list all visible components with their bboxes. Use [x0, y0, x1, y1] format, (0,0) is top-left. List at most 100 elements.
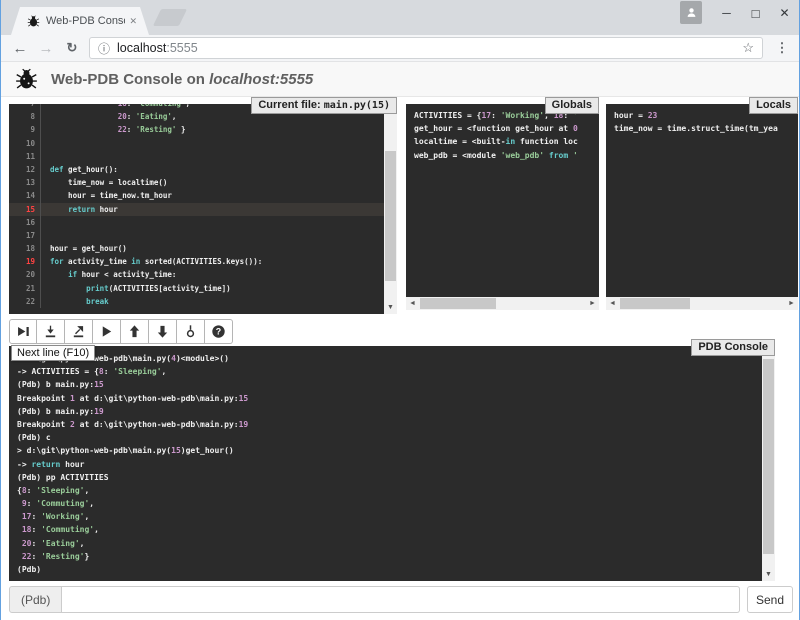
code-line: 11 [9, 150, 384, 163]
command-input[interactable] [62, 586, 740, 613]
address-bar[interactable]: ⓘ localhost:5555 ☆ [89, 37, 763, 59]
down-stack-button[interactable] [149, 319, 177, 344]
globals-label: Globals [545, 97, 599, 114]
code-panel: Current file: main.py(15) 7 18: 'Commuti… [9, 104, 397, 314]
info-icon[interactable]: ⓘ [98, 40, 110, 57]
line-number[interactable]: 11 [9, 150, 41, 163]
profile-button[interactable] [680, 1, 702, 24]
pdb-console-label: PDB Console [691, 339, 775, 356]
globals-line: localtime = <built-in function loc [414, 135, 599, 148]
browser-toolbar: ← → ↻ ⓘ localhost:5555 ☆ ⋮ [1, 35, 799, 62]
code-line: 16 [9, 216, 384, 229]
url-text: localhost:5555 [117, 41, 198, 55]
console-line: 22: 'Resting'} [17, 550, 762, 563]
main-content: Current file: main.py(15) 7 18: 'Commuti… [1, 97, 799, 620]
next-line-button[interactable] [9, 319, 37, 344]
forward-icon[interactable]: → [33, 40, 59, 57]
close-button[interactable]: ✕ [770, 0, 799, 26]
console-line: 9: 'Commuting', [17, 497, 762, 510]
step-out-icon [71, 324, 86, 339]
line-number[interactable]: 16 [9, 216, 41, 229]
step-into-button[interactable] [37, 319, 65, 344]
locals-horizontal-scrollbar[interactable]: ◄ ► [606, 297, 798, 310]
scrollbar-thumb[interactable] [385, 151, 396, 281]
console-line: > d:\git\python-web-pdb\main.py(15)get_h… [17, 444, 762, 457]
command-input-bar: (Pdb) Send [9, 586, 793, 613]
tab-title: Web-PDB Console on loc [46, 15, 125, 27]
pdb-console-panel: PDB Console > d:\git\python-web-pdb\main… [9, 346, 775, 581]
console-vertical-scrollbar[interactable]: ▲ ▼ [762, 346, 775, 581]
up-arrow-icon [127, 324, 142, 339]
console-line: Breakpoint 2 at d:\git\python-web-pdb\ma… [17, 418, 762, 431]
browser-tab-bar: Web-PDB Console on loc ✕ ─ □ ✕ [1, 0, 799, 35]
bookmark-star-icon[interactable]: ☆ [742, 40, 754, 56]
code-line: 17 [9, 229, 384, 242]
scroll-left-arrow-icon[interactable]: ◄ [606, 297, 619, 310]
console-line: -> ACTIVITIES = {8: 'Sleeping', [17, 365, 762, 378]
globals-line: get_hour = <function get_hour at 0 [414, 122, 599, 135]
scroll-right-arrow-icon[interactable]: ► [785, 297, 798, 310]
maximize-button[interactable]: □ [741, 0, 770, 26]
line-number[interactable]: 13 [9, 176, 41, 189]
minimize-button[interactable]: ─ [712, 0, 741, 26]
line-number[interactable]: 8 [9, 110, 41, 123]
new-tab-button[interactable] [153, 9, 187, 26]
scroll-down-arrow-icon[interactable]: ▼ [762, 568, 775, 581]
line-number[interactable]: 17 [9, 229, 41, 242]
console-line: > d:\git\python-web-pdb\main.py(4)<modul… [17, 352, 762, 365]
person-icon [685, 6, 698, 19]
page-title: Web-PDB Console on localhost:5555 [51, 71, 313, 88]
browser-tab[interactable]: Web-PDB Console on loc ✕ [11, 7, 149, 35]
where-button[interactable] [177, 319, 205, 344]
page-header: Web-PDB Console on localhost:5555 [1, 62, 799, 97]
reload-icon[interactable]: ↻ [59, 40, 85, 56]
line-number[interactable]: 15 [9, 203, 41, 216]
line-number[interactable]: 12 [9, 163, 41, 176]
locals-panel: Locals hour = 23time_now = time.struct_t… [606, 104, 798, 310]
code-line: 15 return hour [9, 203, 384, 216]
back-icon[interactable]: ← [7, 40, 33, 57]
line-number[interactable]: 18 [9, 242, 41, 255]
step-out-button[interactable] [65, 319, 93, 344]
line-number[interactable]: 10 [9, 137, 41, 150]
globals-line: web_pdb = <module 'web_pdb' from ' [414, 149, 599, 162]
scroll-down-arrow-icon[interactable]: ▼ [384, 301, 397, 314]
code-line: 18hour = get_hour() [9, 242, 384, 255]
console-line: (Pdb) [17, 563, 762, 576]
window-controls: ─ □ ✕ [680, 0, 799, 26]
down-arrow-icon [155, 324, 170, 339]
webpdb-logo-bug-icon [15, 68, 38, 91]
scrollbar-thumb[interactable] [620, 298, 690, 309]
globals-horizontal-scrollbar[interactable]: ◄ ► [406, 297, 599, 310]
console-line: Breakpoint 1 at d:\git\python-web-pdb\ma… [17, 392, 762, 405]
scrollbar-thumb[interactable] [763, 359, 774, 554]
code-line: 13 time_now = localtime() [9, 176, 384, 189]
tab-close-icon[interactable]: ✕ [129, 16, 137, 27]
browser-menu-icon[interactable]: ⋮ [771, 40, 793, 56]
line-number[interactable]: 21 [9, 282, 41, 295]
line-number[interactable]: 9 [9, 123, 41, 136]
help-icon: ? [211, 324, 226, 339]
code-vertical-scrollbar[interactable]: ▲ ▼ [384, 104, 397, 314]
send-button[interactable]: Send [747, 586, 793, 613]
help-button[interactable]: ? [205, 319, 233, 344]
code-line: 10 [9, 137, 384, 150]
console-line: -> return hour [17, 458, 762, 471]
line-number[interactable]: 19 [9, 255, 41, 268]
pdb-prompt-label: (Pdb) [9, 586, 62, 613]
console-line: (Pdb) c [17, 431, 762, 444]
up-stack-button[interactable] [121, 319, 149, 344]
code-line: 21 print(ACTIVITIES[activity_time]) [9, 282, 384, 295]
line-number[interactable]: 20 [9, 268, 41, 281]
scrollbar-thumb[interactable] [420, 298, 496, 309]
scroll-right-arrow-icon[interactable]: ► [586, 297, 599, 310]
code-line: 19for activity_time in sorted(ACTIVITIES… [9, 255, 384, 268]
console-line: 18: 'Commuting', [17, 523, 762, 536]
scroll-left-arrow-icon[interactable]: ◄ [406, 297, 419, 310]
line-number[interactable]: 14 [9, 189, 41, 202]
line-number[interactable]: 22 [9, 295, 41, 308]
continue-button[interactable] [93, 319, 121, 344]
console-line: (Pdb) b main.py:15 [17, 378, 762, 391]
browser-window: Web-PDB Console on loc ✕ ─ □ ✕ ← → ↻ ⓘ l… [0, 0, 800, 620]
code-line: 22 break [9, 295, 384, 308]
